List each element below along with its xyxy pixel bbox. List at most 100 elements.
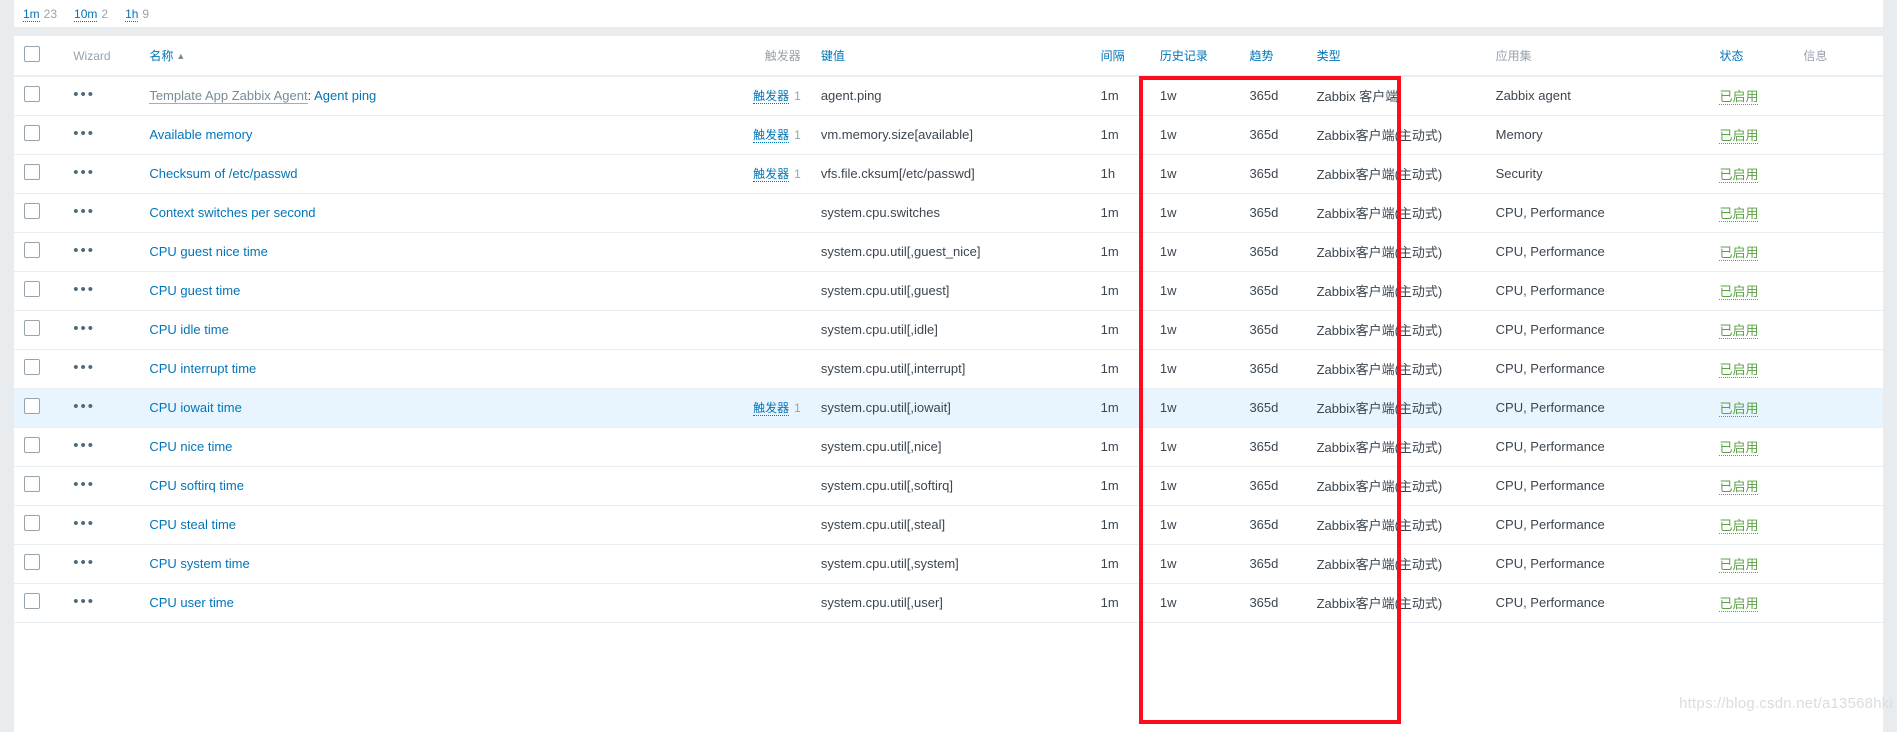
- wizard-menu-icon[interactable]: •••: [73, 321, 95, 336]
- status-badge[interactable]: 已启用: [1719, 206, 1759, 222]
- status-badge[interactable]: 已启用: [1719, 167, 1759, 183]
- header-type-label[interactable]: 类型: [1317, 49, 1341, 63]
- status-badge[interactable]: 已启用: [1719, 128, 1759, 144]
- triggers-link[interactable]: 触发器: [753, 89, 790, 105]
- wizard-menu-icon[interactable]: •••: [73, 126, 95, 141]
- wizard-menu-icon[interactable]: •••: [73, 87, 95, 102]
- triggers-link[interactable]: 触发器: [753, 167, 790, 182]
- subfilter-link[interactable]: 1h: [125, 6, 139, 22]
- row-checkbox[interactable]: [24, 593, 40, 609]
- interval-cell: 1m: [1090, 466, 1150, 506]
- row-checkbox[interactable]: [24, 281, 40, 297]
- select-all-checkbox[interactable]: [24, 46, 40, 62]
- item-name-cell: Context switches per second: [139, 193, 699, 233]
- status-badge[interactable]: 已启用: [1719, 323, 1759, 339]
- header-status-label[interactable]: 状态: [1719, 49, 1743, 63]
- wizard-cell: •••: [63, 154, 140, 194]
- item-name-link[interactable]: CPU softirq time: [149, 478, 244, 493]
- applications-cell-text: CPU, Performance: [1495, 400, 1605, 415]
- item-name-link[interactable]: CPU user time: [149, 595, 234, 610]
- wizard-menu-icon[interactable]: •••: [73, 282, 95, 297]
- status-badge[interactable]: 已启用: [1719, 89, 1759, 106]
- item-name-link[interactable]: CPU interrupt time: [149, 361, 256, 376]
- wizard-menu-icon[interactable]: •••: [73, 594, 95, 609]
- status-badge[interactable]: 已启用: [1719, 245, 1759, 261]
- item-name-link[interactable]: Checksum of /etc/passwd: [149, 166, 297, 181]
- status-badge[interactable]: 已启用: [1719, 362, 1759, 378]
- row-checkbox[interactable]: [24, 164, 40, 180]
- header-history-label[interactable]: 历史记录: [1160, 49, 1208, 63]
- header-type[interactable]: 类型: [1306, 36, 1486, 77]
- trends-cell: 365d: [1239, 232, 1307, 272]
- row-checkbox[interactable]: [24, 125, 40, 141]
- item-name-link[interactable]: CPU guest nice time: [149, 244, 268, 259]
- status-badge[interactable]: 已启用: [1719, 440, 1759, 456]
- wizard-menu-icon[interactable]: •••: [73, 165, 95, 180]
- header-history[interactable]: 历史记录: [1149, 36, 1240, 77]
- status-badge[interactable]: 已启用: [1719, 284, 1759, 300]
- template-prefix-link[interactable]: Template App Zabbix Agent: [149, 88, 308, 105]
- wizard-menu-icon[interactable]: •••: [73, 555, 95, 570]
- header-key[interactable]: 键值: [810, 36, 1091, 77]
- header-interval[interactable]: 间隔: [1090, 36, 1150, 77]
- header-key-label[interactable]: 键值: [821, 49, 845, 63]
- item-name-link[interactable]: Available memory: [149, 127, 252, 142]
- item-name-link[interactable]: CPU system time: [149, 556, 249, 571]
- history-cell: 1w: [1149, 193, 1240, 233]
- row-checkbox[interactable]: [24, 515, 40, 531]
- row-checkbox[interactable]: [24, 437, 40, 453]
- header-name-label[interactable]: 名称: [149, 49, 173, 63]
- status-badge[interactable]: 已启用: [1719, 518, 1759, 534]
- triggers-cell: 触发器 1: [698, 154, 811, 194]
- triggers-link[interactable]: 触发器: [753, 401, 790, 416]
- info-cell: [1793, 505, 1883, 545]
- triggers-link[interactable]: 触发器: [753, 128, 790, 143]
- row-checkbox[interactable]: [24, 554, 40, 570]
- subfilter-link[interactable]: 10m: [74, 6, 98, 22]
- watermark: https://blog.csdn.net/a13568hki: [1679, 695, 1893, 712]
- applications-cell-text: CPU, Performance: [1495, 283, 1605, 298]
- status-badge[interactable]: 已启用: [1719, 557, 1759, 573]
- status-badge[interactable]: 已启用: [1719, 596, 1759, 612]
- wizard-menu-icon[interactable]: •••: [73, 204, 95, 219]
- item-name-cell: CPU iowait time: [139, 388, 699, 428]
- item-name-link[interactable]: CPU nice time: [149, 439, 232, 454]
- item-name-link[interactable]: CPU idle time: [149, 322, 228, 337]
- applications-cell-text: Memory: [1495, 127, 1543, 142]
- header-trends[interactable]: 趋势: [1239, 36, 1307, 77]
- wizard-menu-icon[interactable]: •••: [73, 438, 95, 453]
- header-trends-label[interactable]: 趋势: [1249, 49, 1273, 63]
- header-status[interactable]: 状态: [1709, 36, 1794, 77]
- row-checkbox[interactable]: [24, 320, 40, 336]
- row-checkbox[interactable]: [24, 242, 40, 258]
- row-select-cell: [14, 583, 64, 623]
- wizard-menu-icon[interactable]: •••: [73, 243, 95, 258]
- item-name-link[interactable]: Agent ping: [314, 88, 376, 103]
- row-checkbox[interactable]: [24, 476, 40, 492]
- wizard-menu-icon[interactable]: •••: [73, 477, 95, 492]
- item-name-link[interactable]: CPU iowait time: [149, 400, 241, 415]
- status-badge[interactable]: 已启用: [1719, 401, 1759, 417]
- history-cell: 1w: [1149, 466, 1240, 506]
- row-checkbox[interactable]: [24, 398, 40, 414]
- row-checkbox[interactable]: [24, 203, 40, 219]
- row-checkbox[interactable]: [24, 359, 40, 375]
- table-row: ••• CPU iowait time 触发器 1 system.cpu.util[,i…: [14, 388, 1883, 428]
- wizard-menu-icon[interactable]: •••: [73, 360, 95, 375]
- wizard-menu-icon[interactable]: •••: [73, 399, 95, 414]
- subfilter-link[interactable]: 1m: [23, 6, 40, 22]
- item-name-link[interactable]: CPU steal time: [149, 517, 236, 532]
- status-badge[interactable]: 已启用: [1719, 479, 1759, 495]
- row-checkbox[interactable]: [24, 86, 40, 103]
- wizard-menu-icon[interactable]: •••: [73, 516, 95, 531]
- triggers-cell: [698, 349, 811, 389]
- trends-cell-text: 365d: [1249, 361, 1279, 376]
- item-name-cell: CPU interrupt time: [139, 349, 699, 389]
- item-name-link[interactable]: Context switches per second: [149, 205, 315, 220]
- applications-cell-text: CPU, Performance: [1495, 517, 1605, 532]
- header-interval-label[interactable]: 间隔: [1101, 49, 1125, 63]
- item-name-link[interactable]: CPU guest time: [149, 283, 240, 298]
- table-row: ••• CPU user time system.cpu.util[,user] 1m…: [14, 583, 1883, 623]
- header-name[interactable]: 名称 ▲: [139, 36, 699, 77]
- item-name-cell: CPU guest nice time: [139, 232, 699, 272]
